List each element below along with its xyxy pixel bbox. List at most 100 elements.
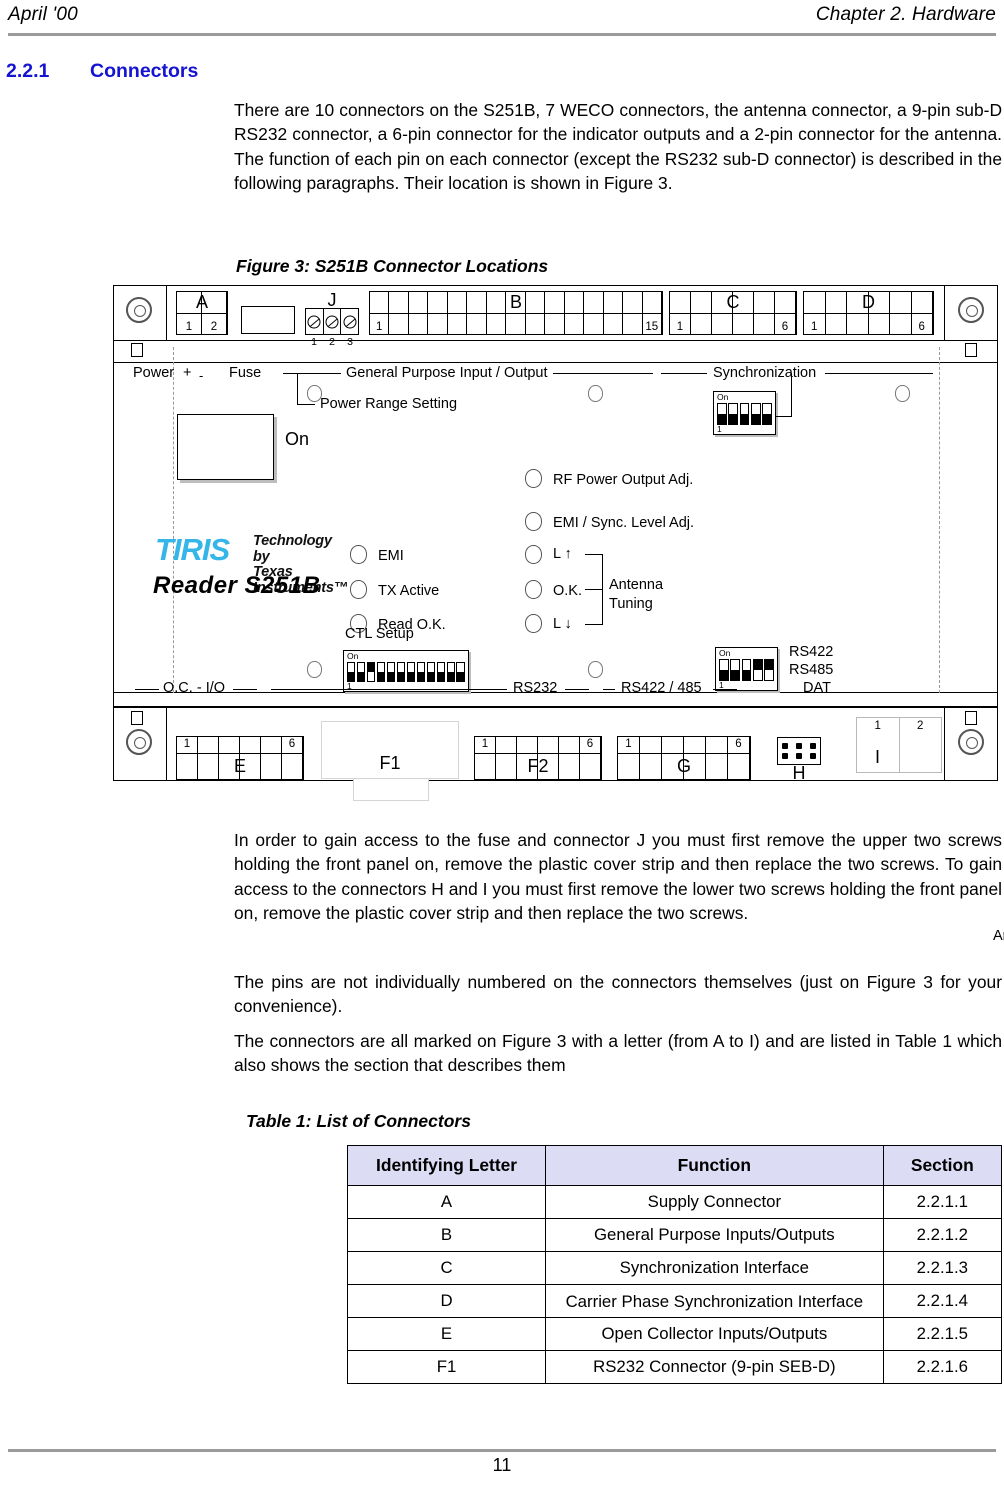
figure-connector-locations: 1 2 A J 1 2 3 1 15 B 1 6 C 1 6 D Power +…: [113, 281, 1004, 944]
dip-rs422-switch-5[interactable]: [764, 659, 774, 681]
sync-dip-leader-h: [776, 416, 792, 417]
connector-h-pin: [782, 743, 788, 749]
dip-ctl-switch-8[interactable]: [416, 662, 426, 682]
table-cell-letter: A: [346, 1185, 547, 1219]
label-rs232: RS232: [513, 680, 558, 696]
dip-ctl-switch-2[interactable]: [356, 662, 366, 682]
dip-rs422-switch-4[interactable]: [752, 659, 763, 681]
sync-leader-left: [661, 373, 707, 374]
label-rs485: RS485: [789, 662, 834, 678]
oc-io-leader-right: [233, 689, 257, 690]
connector-j-pin-3-number: 3: [347, 336, 353, 348]
table-cell-section: 2.2.1.1: [882, 1185, 1003, 1219]
dip-sync-switch-5[interactable]: [762, 403, 772, 425]
dip-rs422-switch-1[interactable]: [719, 659, 729, 681]
power-range-leader-h: [297, 404, 315, 405]
connector-j-pin-1-number: 1: [311, 336, 317, 348]
dip-rs422-switch-row[interactable]: [719, 659, 774, 681]
footer-divider: [8, 1449, 996, 1452]
label-tuning-ok: O.K.: [553, 583, 583, 599]
table-cell-function: Open Collector Inputs/Outputs: [545, 1317, 884, 1351]
connector-g-pin-6-number: 6: [735, 738, 742, 750]
dip-ctl-switch-12[interactable]: [456, 662, 465, 682]
dip-sync-switch-1[interactable]: [717, 403, 727, 425]
connector-g-letter: G: [676, 756, 691, 776]
header-date: April '00: [8, 4, 78, 25]
connector-j[interactable]: [305, 308, 359, 335]
power-range-leader-v: [297, 373, 298, 405]
sync-leader-right: [825, 373, 933, 374]
label-l-up: L ↑: [553, 546, 572, 562]
table-row: F1 RS232 Connector (9-pin SEB-D) 2.2.1.6: [346, 1350, 1003, 1384]
dip-sync-start-label: 1: [717, 424, 722, 434]
connector-h[interactable]: [777, 737, 821, 765]
connector-a-letter: A: [195, 292, 208, 312]
table-cell-function: Carrier Phase Synchronization Interface: [545, 1284, 884, 1318]
antenna-tuning-bracket-mid: [585, 589, 603, 590]
label-emi: EMI: [378, 548, 404, 564]
trimmer-emi-sync-level[interactable]: [525, 512, 542, 531]
label-synchronization: Synchronization: [713, 365, 817, 381]
dip-sync-switch-row[interactable]: [717, 403, 772, 425]
dip-ctl-switch-1[interactable]: [347, 662, 356, 682]
panel-tab-bottom-right: [965, 711, 977, 725]
connector-d-pin-1-number: 1: [811, 321, 818, 333]
dip-sync-switch-3[interactable]: [739, 403, 750, 425]
dip-sync-switch-4[interactable]: [750, 403, 761, 425]
dip-rs422-switch-2[interactable]: [730, 659, 741, 681]
connector-a-pin-1-number: 1: [185, 321, 193, 333]
table-cell-function: General Purpose Inputs/Outputs: [545, 1218, 884, 1252]
dip-rs422-on-label: On: [719, 648, 731, 658]
screw-hole-bottom-right: [958, 729, 984, 755]
dip-sync-switch-2[interactable]: [728, 403, 739, 425]
label-power-minus: -: [199, 368, 204, 383]
section-number: 2.2.1: [6, 60, 50, 82]
label-rf-power-output-adj: RF Power Output Adj.: [553, 472, 694, 488]
connector-i-letter: I: [874, 747, 880, 767]
panel-screw-upper-left: [307, 385, 322, 402]
dip-rs422-switch-3[interactable]: [741, 659, 752, 681]
table-row: E Open Collector Inputs/Outputs 2.2.1.5: [346, 1317, 1003, 1351]
dip-ctl-switch-6[interactable]: [396, 662, 406, 682]
table-cell-function: Synchronization Interface: [545, 1251, 884, 1285]
table-cell-letter: B: [346, 1218, 547, 1252]
panel-tab-top-right: [965, 343, 977, 357]
dip-ctl-switch-10[interactable]: [436, 662, 446, 682]
dip-switch-synchronization[interactable]: On 1: [713, 391, 776, 435]
dip-ctl-switch-11[interactable]: [446, 662, 455, 682]
dip-ctl-switch-row[interactable]: [347, 662, 465, 682]
tiris-tagline-line1: Technology by: [253, 533, 332, 565]
dip-ctl-switch-4[interactable]: [376, 662, 386, 682]
table-row: D Carrier Phase Synchronization Interfac…: [346, 1284, 1003, 1318]
connector-a-pin-2-number: 2: [210, 321, 218, 333]
top-bar-lower-edge: [113, 341, 998, 363]
table-cell-section: 2.2.1.2: [882, 1218, 1003, 1252]
dip-ctl-switch-7[interactable]: [406, 662, 416, 682]
connector-i-pin-2-number: 2: [917, 720, 924, 732]
table-row: B General Purpose Inputs/Outputs 2.2.1.2: [346, 1218, 1003, 1252]
table-cell-letter: D: [346, 1284, 547, 1318]
connector-f2-pin-6-number: 6: [586, 738, 594, 750]
fuse-holder[interactable]: [241, 306, 295, 334]
connector-c-pin-6-number: 6: [781, 321, 789, 333]
led-tuning-ok: [525, 580, 542, 599]
fuse-access-plate[interactable]: [177, 414, 274, 480]
dip-switch-rs422-485[interactable]: On 1: [715, 647, 778, 691]
dip-ctl-switch-9[interactable]: [426, 662, 436, 682]
dip-sync-on-label: On: [717, 392, 729, 402]
trimmer-rf-power-output[interactable]: [525, 469, 542, 488]
page-header: April '00 Chapter 2. Hardware: [8, 4, 996, 34]
connector-c-pin-1-number: 1: [676, 321, 684, 333]
connector-i-pin-2: 2: [900, 718, 942, 772]
table-row: C Synchronization Interface 2.2.1.3: [346, 1251, 1003, 1285]
connector-h-pin: [796, 743, 802, 749]
screw-hole-bottom-left: [126, 729, 152, 755]
connector-b-letter: B: [509, 292, 522, 312]
dip-switch-ctl-setup[interactable]: On 1: [343, 650, 469, 692]
table-cell-section: 2.2.1.4: [882, 1284, 1003, 1318]
tiris-logo: TIRIS Technology by Texas Instruments™: [155, 533, 348, 595]
dip-ctl-switch-5[interactable]: [386, 662, 396, 682]
dip-ctl-switch-3[interactable]: [366, 662, 376, 682]
connector-g-midline: [618, 752, 750, 754]
connector-h-pin: [810, 743, 816, 749]
